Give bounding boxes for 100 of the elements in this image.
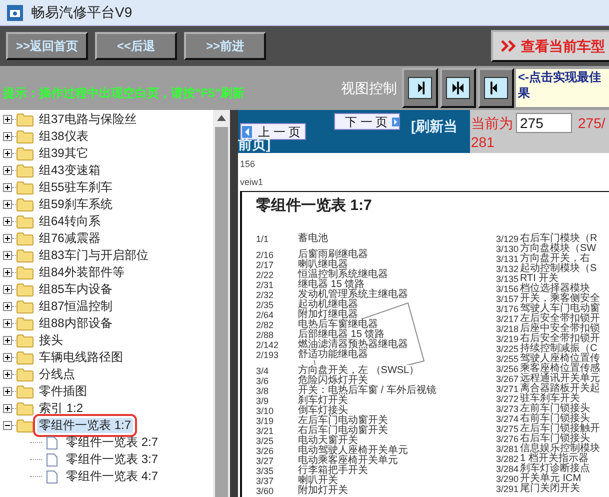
tree-item[interactable]: 零件插图 bbox=[37, 384, 89, 399]
expand-icon[interactable] bbox=[3, 166, 12, 175]
expand-icon[interactable] bbox=[3, 217, 12, 226]
expand-icon[interactable] bbox=[3, 353, 12, 362]
debug-text: 156 bbox=[240, 158, 256, 171]
view-button[interactable] bbox=[440, 68, 476, 108]
part-code: 3/275 bbox=[496, 424, 520, 434]
expand-icon[interactable] bbox=[3, 115, 12, 124]
document-icon bbox=[46, 436, 58, 450]
tree-item[interactable]: 索引 1:2 bbox=[37, 401, 86, 416]
collapse-icon[interactable] bbox=[3, 421, 12, 430]
tree-item[interactable]: 组59刹车系统 bbox=[37, 197, 114, 212]
folder-icon bbox=[16, 112, 34, 126]
tree-item[interactable]: 组43变速箱 bbox=[37, 163, 102, 178]
part-code: 3/60 bbox=[256, 486, 275, 496]
tree-item[interactable]: 零组件一览表 3:7 bbox=[66, 452, 158, 467]
current-page-label: 当前为 bbox=[471, 114, 513, 132]
tree-item[interactable]: 组84外装部件等 bbox=[37, 265, 126, 280]
part-code: 3/255 bbox=[496, 354, 520, 364]
part-name: 右后车门模块（R bbox=[520, 234, 598, 244]
tree-item[interactable]: 组85车内设备 bbox=[37, 282, 114, 297]
folder-icon bbox=[16, 282, 34, 296]
expand-icon[interactable] bbox=[3, 404, 12, 413]
part-name: 远程通讯开关单元 bbox=[520, 374, 600, 384]
part-code: 3/27 bbox=[256, 456, 275, 466]
part-name: 左后安全带扣锁开 bbox=[520, 314, 600, 324]
part-code: 3/218 bbox=[496, 324, 520, 334]
part-code: 2/32 bbox=[256, 290, 275, 300]
expand-icon[interactable] bbox=[3, 200, 12, 209]
part-code: 3/129 bbox=[496, 234, 520, 244]
right-arrow-icon bbox=[392, 116, 399, 128]
part-code: 3/273 bbox=[496, 404, 520, 414]
expand-icon[interactable] bbox=[3, 370, 12, 379]
scrollbar[interactable] bbox=[213, 110, 230, 497]
tree-item[interactable]: 组88内部设备 bbox=[37, 316, 114, 331]
expand-icon[interactable] bbox=[3, 132, 12, 141]
tree-item[interactable]: 组83车门与开启部位 bbox=[37, 248, 150, 263]
part-code: 3/219 bbox=[496, 334, 520, 344]
tree-item[interactable]: 组64转向系 bbox=[37, 214, 102, 229]
part-code: 3/276 bbox=[496, 434, 520, 444]
part-code: 2/35 bbox=[256, 300, 275, 310]
part-code: 3/271 bbox=[496, 384, 520, 394]
part-code: 2/82 bbox=[256, 320, 275, 330]
part-name: 持续控制减振（C bbox=[520, 344, 598, 354]
expand-icon[interactable] bbox=[3, 319, 12, 328]
expand-icon[interactable] bbox=[3, 268, 12, 277]
arrow-bar-icon bbox=[408, 77, 432, 99]
refresh-page-link[interactable]: [刷新当 bbox=[411, 116, 458, 136]
folder-icon bbox=[16, 402, 34, 416]
tree-item[interactable]: 分线点 bbox=[37, 367, 77, 382]
part-name: 左前车门锁接头 bbox=[520, 404, 590, 414]
folder-icon bbox=[16, 146, 34, 160]
part-code: 3/35 bbox=[256, 466, 275, 476]
part-code: 2/193 bbox=[256, 350, 280, 360]
expand-icon[interactable] bbox=[3, 234, 12, 243]
tree-item[interactable]: 零组件一览表 2:7 bbox=[66, 435, 158, 450]
scroll-up-icon[interactable] bbox=[217, 115, 226, 121]
expand-icon[interactable] bbox=[3, 302, 12, 311]
tree-item[interactable]: 组87恒温控制 bbox=[37, 299, 114, 314]
scrollbar-thumb[interactable] bbox=[215, 127, 228, 497]
tree-item[interactable]: 组37电路与保险丝 bbox=[37, 112, 138, 127]
view-button[interactable] bbox=[402, 68, 438, 108]
expand-icon[interactable] bbox=[3, 149, 12, 158]
expand-icon[interactable] bbox=[3, 285, 12, 294]
tree-item[interactable]: 组76减震器 bbox=[37, 231, 102, 246]
tree-item[interactable]: 车辆电线路径图 bbox=[37, 350, 125, 365]
part-name: 刹车灯诊断接点 bbox=[520, 464, 590, 474]
tree-item[interactable]: 组38仪表 bbox=[37, 129, 90, 144]
tree-item[interactable]: 组39其它 bbox=[37, 146, 90, 161]
part-code: 3/290 bbox=[496, 474, 520, 484]
folder-icon bbox=[16, 266, 34, 280]
part-code: 2/142 bbox=[256, 340, 280, 350]
tree-item[interactable]: 零组件一览表 4:7 bbox=[66, 469, 158, 484]
part-name: 方向盘模块（SW bbox=[520, 244, 596, 254]
part-code: 2/88 bbox=[256, 330, 275, 340]
part-code: 3/10 bbox=[256, 406, 275, 416]
part-name: RTI 开关 bbox=[520, 274, 559, 284]
part-code: 3/21 bbox=[256, 426, 275, 436]
part-name: 右后安全带扣锁开 bbox=[520, 334, 600, 344]
part-code: 3/272 bbox=[496, 394, 520, 404]
part-code: 3/132 bbox=[496, 264, 520, 274]
tree-item[interactable]: 组55驻车刹车 bbox=[37, 180, 114, 195]
part-code: 3/225 bbox=[496, 344, 520, 354]
expand-icon[interactable] bbox=[3, 251, 12, 260]
tree-item[interactable]: 零组件一览表 1:7 bbox=[37, 418, 134, 433]
tree-item[interactable]: 接头 bbox=[37, 333, 65, 348]
folder-icon bbox=[16, 418, 34, 432]
part-code: 2/31 bbox=[256, 280, 275, 290]
folder-icon bbox=[16, 180, 34, 194]
arrow-bar-icon bbox=[484, 77, 508, 99]
part-name: 起动控制模块（S bbox=[520, 264, 597, 274]
part-name: 1 档开关指示器 bbox=[520, 454, 588, 464]
view-button[interactable] bbox=[478, 68, 514, 108]
part-code: 1/1 bbox=[256, 234, 270, 244]
expand-icon[interactable] bbox=[3, 336, 12, 345]
page-count: 281 bbox=[471, 133, 496, 151]
expand-icon[interactable] bbox=[3, 183, 12, 192]
expand-icon[interactable] bbox=[3, 387, 12, 396]
next-page-button[interactable]: 下 一 页 bbox=[334, 113, 400, 130]
page-number-field[interactable]: 275 bbox=[516, 113, 572, 133]
